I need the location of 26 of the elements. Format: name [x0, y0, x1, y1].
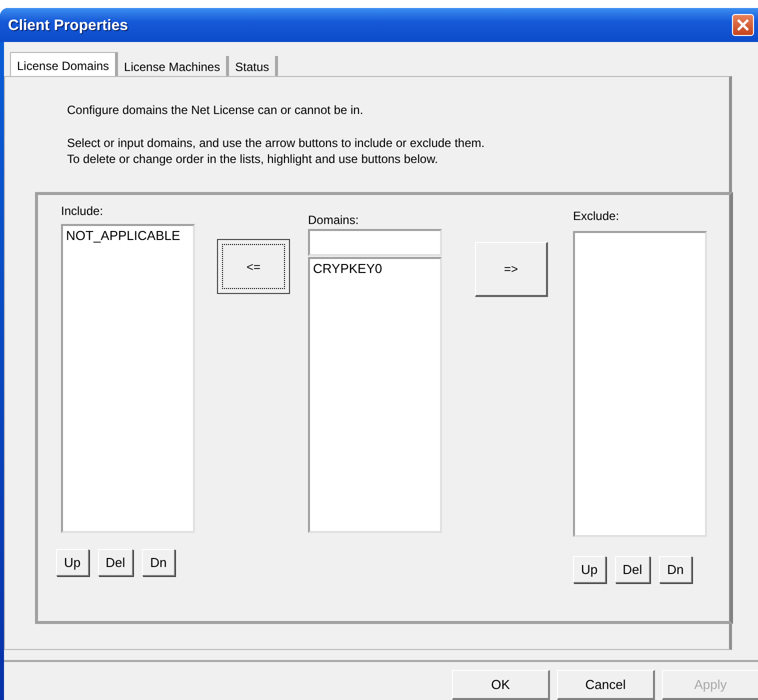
exclude-list[interactable]	[573, 231, 707, 537]
list-button[interactable]: Up	[56, 549, 89, 576]
exclude-button[interactable]: =>	[475, 242, 548, 297]
include-button[interactable]: <=	[217, 239, 290, 294]
description-text: Select or input domains, and use the arrow buttons to include or exclude them.	[67, 135, 486, 151]
list-label: Include:	[61, 204, 104, 220]
domain-input-field[interactable]	[308, 229, 442, 256]
include-list[interactable]: NOT_APPLICABLE	[61, 224, 195, 533]
domains-list[interactable]: CRYPKEY0	[308, 257, 442, 533]
list-button[interactable]: Dn	[659, 556, 692, 583]
close-button[interactable]	[732, 14, 754, 36]
list-item[interactable]: CRYPKEY0	[310, 259, 440, 278]
description-text: To delete or change order in the lists, highlight and use buttons below.	[67, 151, 439, 167]
list-button[interactable]: Up	[573, 556, 606, 583]
list-item[interactable]: NOT_APPLICABLE	[63, 226, 193, 245]
list-button[interactable]: Del	[98, 549, 134, 576]
list-label: Domains:	[308, 213, 360, 229]
window-title: Client Properties	[8, 16, 128, 34]
list-label: Exclude:	[573, 209, 620, 225]
close-icon	[737, 19, 749, 31]
dialog-button[interactable]: Cancel	[557, 670, 655, 700]
list-button[interactable]: Del	[614, 556, 650, 583]
description-text: Configure domains the Net License can or cannot be in.	[67, 102, 364, 118]
tab[interactable]: License Domains	[10, 52, 118, 78]
dialog-button[interactable]: OK	[452, 670, 550, 700]
list-button[interactable]: Dn	[142, 549, 175, 576]
